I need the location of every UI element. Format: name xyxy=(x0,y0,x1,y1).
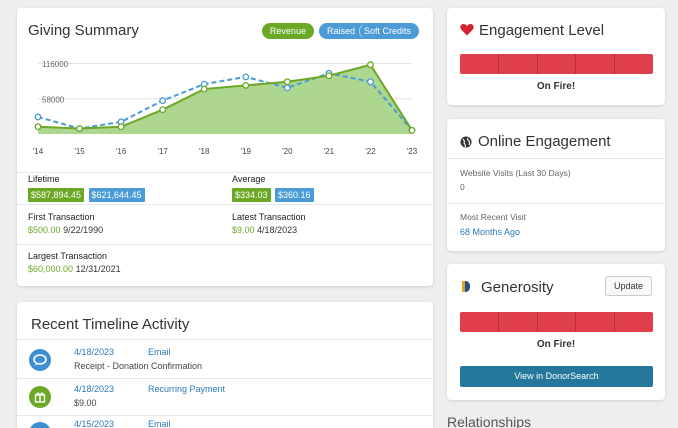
engagement-status: On Fire! xyxy=(536,81,576,92)
relationships-title: Relationships xyxy=(447,414,532,428)
generosity-card: Generosity Update On Fire! View in Donor… xyxy=(447,264,665,400)
giving-summary-title: Giving Summary xyxy=(28,22,139,39)
timeline-type[interactable]: Email xyxy=(148,347,171,357)
largest-transaction-amount: $60,000.00 xyxy=(28,264,74,274)
view-in-donorsearch-button[interactable]: View in DonorSearch xyxy=(460,366,653,387)
raised-point xyxy=(366,78,374,86)
revenue-point xyxy=(325,72,333,80)
x-tick-label: '21 xyxy=(324,147,335,156)
revenue-point xyxy=(283,78,291,86)
timeline-date[interactable]: 4/18/2023 xyxy=(74,384,114,394)
generosity-status: On Fire! xyxy=(536,339,576,350)
revenue-area xyxy=(38,64,412,134)
average-raised: $360.16 xyxy=(275,188,314,202)
gift-icon xyxy=(29,386,51,408)
timeline-date[interactable]: 4/15/2023 xyxy=(74,419,114,428)
revenue-point xyxy=(242,81,250,89)
website-visits-value: 0 xyxy=(460,182,465,192)
timeline-card: Recent Timeline Activity 4/18/2023 Email… xyxy=(17,302,433,428)
timeline-type[interactable]: Email xyxy=(148,419,171,428)
revenue-point xyxy=(408,126,416,134)
giving-chart: 58000 116000 '14 '15 '16 '17 '18 '19 '20 '21 '22 '2… xyxy=(33,60,418,156)
x-tick-label: '23 xyxy=(407,147,418,156)
x-tick-label: '20 xyxy=(282,147,293,156)
heart-icon xyxy=(460,23,474,41)
raised-point xyxy=(34,113,42,121)
latest-transaction-label: Latest Transaction xyxy=(232,212,306,222)
lifetime-revenue: $587,894.45 xyxy=(28,188,85,202)
generosity-title: Generosity xyxy=(481,279,554,296)
chart-legend: Revenue Raised Soft Credits xyxy=(261,23,419,39)
first-transaction-label: First Transaction xyxy=(28,212,95,222)
online-engagement-title: Online Engagement xyxy=(478,133,611,150)
engagement-level-bar xyxy=(460,54,653,74)
most-recent-visit-label: Most Recent Visit xyxy=(460,212,526,222)
legend-revenue[interactable]: Revenue xyxy=(261,23,314,39)
revenue-point xyxy=(117,123,125,131)
update-button[interactable]: Update xyxy=(604,276,652,296)
website-visits-label: Website Visits (Last 30 Days) xyxy=(460,168,571,178)
revenue-point xyxy=(200,85,208,93)
timeline-item[interactable]: 4/15/2023 Email xyxy=(17,416,433,428)
legend-soft-credits[interactable]: Soft Credits xyxy=(358,23,419,39)
latest-transaction-amount: $9.00 xyxy=(232,225,255,235)
largest-transaction-label: Largest Transaction xyxy=(28,251,108,261)
timeline-detail: $9.00 xyxy=(74,398,97,408)
x-tick-label: '19 xyxy=(241,147,252,156)
x-tick-label: '22 xyxy=(365,147,376,156)
average-revenue: $334.03 xyxy=(232,188,271,202)
timeline-date[interactable]: 4/18/2023 xyxy=(74,347,114,357)
legend-raised[interactable]: Raised xyxy=(319,23,359,39)
revenue-point xyxy=(159,106,167,114)
online-engagement-card: Online Engagement Website Visits (Last 3… xyxy=(447,119,665,251)
x-tick-label: '15 xyxy=(74,147,85,156)
timeline-type[interactable]: Recurring Payment xyxy=(148,384,225,394)
average-label: Average xyxy=(232,174,266,184)
first-transaction-date: 9/22/1990 xyxy=(63,225,104,235)
globe-icon xyxy=(460,135,472,153)
legend-raised-soft: Raised Soft Credits xyxy=(318,23,419,39)
lifetime-raised: $621,644.45 xyxy=(88,188,145,202)
chat-bubble-icon xyxy=(29,349,51,371)
timeline-detail: Receipt - Donation Confirmation xyxy=(74,361,203,371)
x-tick-label: '14 xyxy=(33,147,44,156)
first-transaction-amount: $500.00 xyxy=(28,225,61,235)
engagement-card: Engagement Level On Fire! xyxy=(447,8,665,105)
most-recent-visit-value[interactable]: 68 Months Ago xyxy=(460,227,520,237)
x-tick-label: '17 xyxy=(157,147,168,156)
y-tick-label: 116000 xyxy=(42,60,69,69)
raised-point xyxy=(283,84,291,92)
lifetime-label: Lifetime xyxy=(28,174,60,184)
revenue-point xyxy=(366,61,374,69)
donorsearch-logo-icon xyxy=(461,280,471,298)
raised-point xyxy=(242,73,250,81)
engagement-title: Engagement Level xyxy=(479,22,605,39)
generosity-level-bar xyxy=(460,312,653,332)
y-tick-label: 58000 xyxy=(42,95,65,104)
revenue-point xyxy=(76,125,84,132)
giving-summary-card: Giving Summary Revenue Raised Soft Credi… xyxy=(17,8,433,286)
timeline-item[interactable]: 4/18/2023 Email Receipt - Donation Confi… xyxy=(17,340,433,378)
timeline-item[interactable]: 4/18/2023 Recurring Payment $9.00 xyxy=(17,379,433,415)
latest-transaction-date: 4/18/2023 xyxy=(257,225,298,235)
x-tick-label: '18 xyxy=(199,147,210,156)
raised-point xyxy=(159,97,167,105)
chat-bubble-icon xyxy=(29,422,51,428)
revenue-point xyxy=(34,123,42,131)
x-tick-label: '16 xyxy=(116,147,127,156)
largest-transaction-date: 12/31/2021 xyxy=(75,264,121,274)
timeline-title: Recent Timeline Activity xyxy=(31,316,190,333)
